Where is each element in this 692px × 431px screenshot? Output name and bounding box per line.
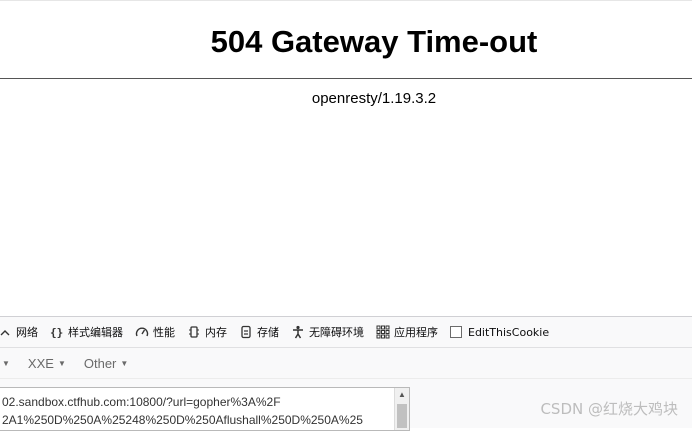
tab-memory[interactable]: 内存	[181, 317, 233, 347]
tab-performance[interactable]: 性能	[129, 317, 181, 347]
menu-label: Other	[83, 355, 117, 371]
tab-label: EditThisCookie	[468, 325, 550, 339]
tab-storage[interactable]: 存储	[233, 317, 285, 347]
top-border	[0, 0, 692, 1]
tab-editthiscookie[interactable]: EditThisCookie	[444, 317, 555, 347]
app-grid-icon	[376, 325, 390, 339]
page-viewport: 504 Gateway Time-out openresty/1.19.3.2	[0, 0, 692, 316]
memory-chip-icon	[187, 325, 201, 339]
caret-down-icon: ▼	[2, 358, 10, 368]
storage-icon	[239, 325, 253, 339]
tab-style-editor[interactable]: {} 样式编辑器	[44, 317, 129, 347]
csdn-watermark: CSDN @红烧大鸡块	[540, 400, 678, 418]
caret-down-icon: ▼	[120, 358, 129, 368]
server-signature: openresty/1.19.3.2	[311, 90, 437, 107]
braces-icon: {}	[50, 325, 64, 339]
tab-label: 网络	[16, 326, 38, 339]
tab-accessibility[interactable]: 无障碍环境	[285, 317, 370, 347]
tab-application[interactable]: 应用程序	[370, 317, 444, 347]
url-textarea[interactable]: 02.sandbox.ctfhub.com:10800/?url=gopher%…	[0, 387, 410, 431]
scroll-up-icon[interactable]: ▲	[395, 388, 409, 402]
tab-label: 应用程序	[394, 326, 438, 339]
hackbar-menu-other[interactable]: Other ▼	[84, 356, 128, 371]
hackbar-menu-xxe[interactable]: XXE ▼	[28, 356, 66, 371]
scrollbar-thumb[interactable]	[397, 404, 407, 428]
gauge-icon	[135, 325, 149, 339]
tab-label: 性能	[153, 326, 175, 339]
accessibility-icon	[291, 325, 305, 339]
tab-network[interactable]: 网络	[0, 317, 44, 347]
tab-label: 样式编辑器	[68, 326, 123, 339]
url-text-line: 2A1%250D%250A%25248%250D%250Aflushall%25…	[2, 413, 363, 427]
tab-label: 无障碍环境	[309, 326, 364, 339]
svg-text:{}: {}	[50, 326, 63, 339]
horizontal-rule	[0, 78, 692, 79]
checkbox-icon[interactable]	[450, 326, 462, 338]
menu-label: XXE	[27, 355, 54, 371]
tab-label: 存储	[257, 326, 279, 339]
tab-label: 内存	[205, 326, 227, 339]
url-text-line: 02.sandbox.ctfhub.com:10800/?url=gopher%…	[2, 395, 281, 409]
devtools-tab-bar: 网络 {} 样式编辑器 性能 内存 存储 无障碍环境 应用程序 EditThis…	[0, 317, 692, 348]
page-title: 504 Gateway Time-out	[210, 24, 538, 59]
network-icon	[0, 325, 12, 339]
hackbar-menu-cut[interactable]: ▼	[0, 359, 10, 368]
caret-down-icon: ▼	[57, 358, 66, 368]
textarea-scrollbar[interactable]: ▲	[394, 388, 409, 430]
hackbar-menu-row: ▼ XXE ▼ Other ▼	[0, 348, 692, 379]
